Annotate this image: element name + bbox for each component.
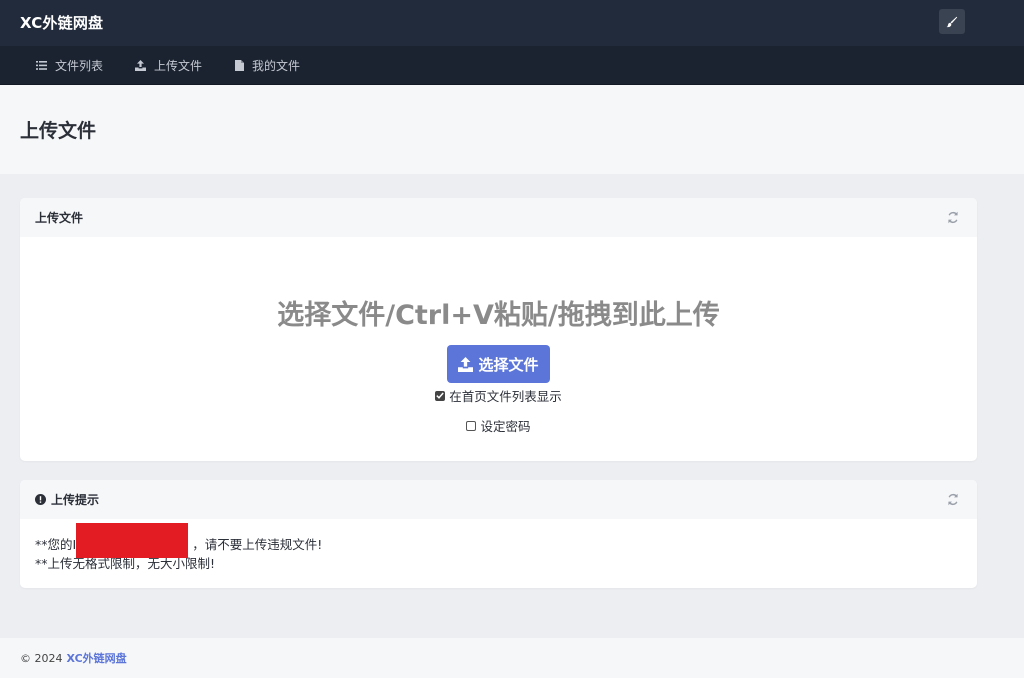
- upload-icon: [458, 356, 474, 372]
- footer-brand-link[interactable]: XC外链网盘: [67, 650, 127, 666]
- upload-headline: 选择文件/Ctrl+V粘贴/拖拽到此上传: [277, 300, 720, 331]
- refresh-icon[interactable]: [947, 493, 959, 506]
- nav-item-my-files[interactable]: 我的文件: [235, 46, 300, 85]
- set-password-label: 设定密码: [480, 419, 531, 434]
- paintbrush-icon: [946, 16, 958, 27]
- choose-file-label: 选择文件: [478, 355, 539, 374]
- brand-logo[interactable]: XC外链网盘: [20, 12, 103, 33]
- theme-toggle-button[interactable]: [939, 9, 965, 34]
- nav-item-label: 我的文件: [252, 59, 301, 73]
- list-icon: [36, 61, 47, 70]
- choose-file-button[interactable]: 选择文件: [447, 345, 550, 383]
- upload-tips-title: 上传提示: [51, 493, 100, 507]
- footer: © 2024 XC外链网盘: [0, 638, 1024, 678]
- footer-copyright: © 2024: [20, 651, 63, 665]
- upload-card-header: 上传文件: [20, 198, 977, 237]
- tip-line-1-suffix: ，请不要上传违规文件!: [192, 537, 323, 552]
- upload-dropzone[interactable]: 选择文件/Ctrl+V粘贴/拖拽到此上传 选择文件 在首页文件列表显示 设定密码: [20, 237, 977, 461]
- upload-tips-header: 上传提示: [20, 480, 977, 519]
- page-header: 上传文件: [0, 85, 1024, 174]
- page-title: 上传文件: [20, 120, 97, 142]
- nav-bar: 文件列表 上传文件 我的文件: [0, 46, 1024, 85]
- upload-tips-card: 上传提示 **您的I ，请不要上传违规文件! **上传无格式限制，无大小限制!: [20, 480, 977, 588]
- file-icon: [235, 60, 244, 71]
- tip-line-1-prefix: **您的I: [35, 537, 77, 552]
- upload-tips-body: **您的I ，请不要上传违规文件! **上传无格式限制，无大小限制!: [20, 519, 977, 588]
- info-circle-icon: [35, 494, 46, 505]
- upload-card-title: 上传文件: [35, 211, 84, 225]
- upload-icon: [135, 60, 146, 71]
- show-in-list-option[interactable]: 在首页文件列表显示: [20, 386, 977, 405]
- top-bar: XC外链网盘: [0, 0, 1024, 46]
- nav-item-file-list[interactable]: 文件列表: [36, 46, 103, 85]
- show-in-list-checkbox[interactable]: [435, 390, 446, 401]
- nav-item-label: 文件列表: [55, 59, 104, 73]
- set-password-checkbox[interactable]: [466, 420, 477, 431]
- refresh-icon[interactable]: [947, 211, 959, 224]
- nav-item-label: 上传文件: [154, 59, 203, 73]
- nav-item-upload[interactable]: 上传文件: [135, 46, 202, 85]
- set-password-option[interactable]: 设定密码: [20, 416, 977, 435]
- upload-card: 上传文件 选择文件/Ctrl+V粘贴/拖拽到此上传 选择文件 在首页文件列表显示: [20, 198, 977, 461]
- redaction-block: [76, 523, 188, 558]
- show-in-list-label: 在首页文件列表显示: [449, 389, 562, 404]
- check-icon: [436, 392, 444, 399]
